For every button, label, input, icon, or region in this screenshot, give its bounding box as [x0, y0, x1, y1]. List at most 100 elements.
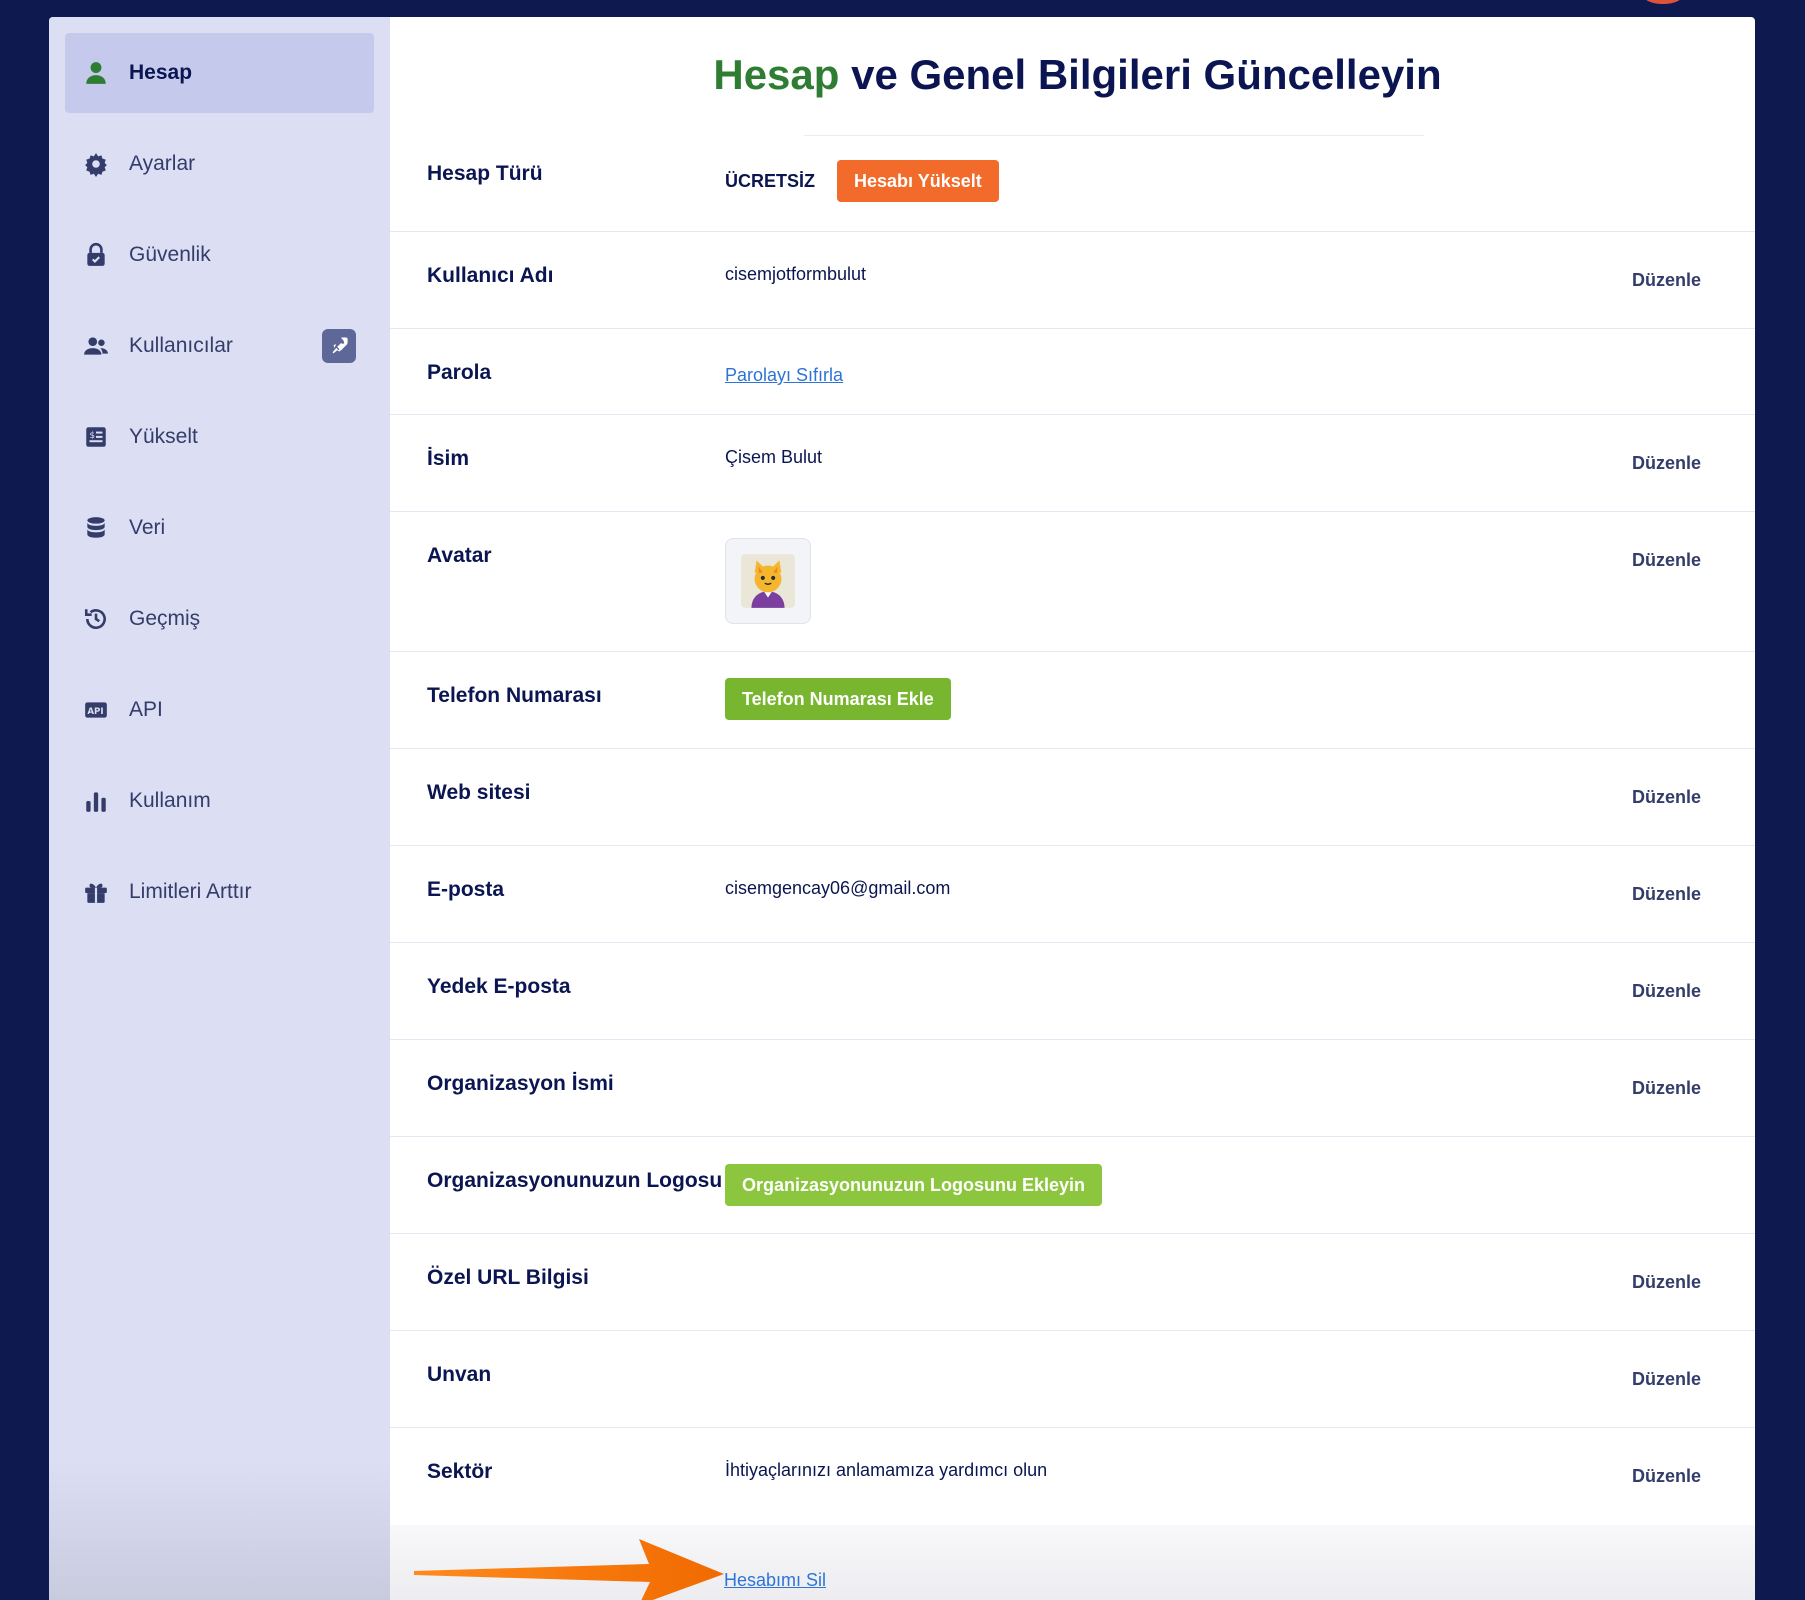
row-website: Web sitesi Düzenle — [390, 749, 1755, 846]
database-icon — [83, 515, 109, 541]
sidebar-item-hesap[interactable]: Hesap — [65, 33, 374, 113]
sidebar: Hesap Ayarlar Güvenlik Kullanıcılar $ Yü… — [49, 17, 390, 1600]
row-email: E-posta cisemgencay06@gmail.com Düzenle — [390, 846, 1755, 943]
avatar[interactable] — [725, 538, 811, 624]
row-label: Organizasyonunuzun Logosu — [427, 1169, 723, 1192]
page-title-rest: ve Genel Bilgileri Güncelleyin — [839, 51, 1442, 98]
sidebar-item-limitleri-arttir[interactable]: Limitleri Arttır — [65, 852, 374, 932]
row-label: Unvan — [427, 1363, 492, 1386]
username-value: cisemjotformbulut — [725, 264, 867, 284]
row-avatar: Avatar Düzenle — [390, 512, 1755, 652]
sidebar-item-label: API — [129, 698, 163, 721]
row-value — [725, 1040, 1755, 1136]
row-label: Telefon Numarası — [427, 684, 602, 707]
add-org-logo-button[interactable]: Organizasyonunuzun Logosunu Ekleyin — [725, 1164, 1103, 1206]
sidebar-item-gecmis[interactable]: Geçmiş — [65, 579, 374, 659]
edit-custom-url-button[interactable]: Düzenle — [1632, 1272, 1701, 1293]
row-org-name: Organizasyon İsmi Düzenle — [390, 1040, 1755, 1137]
sidebar-item-label: Geçmiş — [129, 607, 201, 630]
row-value: Parolayı Sıfırla — [725, 329, 1755, 414]
row-label: Yedek E-posta — [427, 975, 571, 998]
edit-avatar-button[interactable]: Düzenle — [1632, 550, 1701, 571]
row-value: ÜCRETSİZ Hesabı Yükselt — [725, 136, 1755, 231]
account-type-value: ÜCRETSİZ — [725, 171, 815, 191]
sidebar-item-guvenlik[interactable]: Güvenlik — [65, 215, 374, 295]
avatar-cat-icon — [741, 554, 795, 608]
page-title: Hesap ve Genel Bilgileri Güncelleyin — [400, 17, 1755, 135]
edit-backup-email-button[interactable]: Düzenle — [1632, 981, 1701, 1002]
bar-chart-icon — [83, 788, 109, 814]
row-value: Telefon Numarası Ekle — [725, 652, 1755, 748]
row-label: E-posta — [427, 878, 505, 901]
svg-text:API: API — [87, 707, 103, 717]
edit-username-button[interactable]: Düzenle — [1632, 270, 1701, 291]
row-username: Kullanıcı Adı cisemjotformbulut Düzenle — [390, 232, 1755, 329]
edit-name-button[interactable]: Düzenle — [1632, 453, 1701, 474]
account-settings-window: Hesap Ayarlar Güvenlik Kullanıcılar $ Yü… — [49, 17, 1755, 1600]
name-value: Çisem Bulut — [725, 447, 823, 467]
row-title: Unvan Düzenle — [390, 1331, 1755, 1428]
edit-org-name-button[interactable]: Düzenle — [1632, 1078, 1701, 1099]
sidebar-item-label: Yükselt — [129, 425, 198, 448]
row-label: Kullanıcı Adı — [427, 264, 554, 287]
row-label: Sektör — [427, 1460, 493, 1483]
row-value — [725, 1331, 1755, 1427]
row-sector: Sektör İhtiyaçlarınızı anlamamıza yardım… — [390, 1428, 1755, 1525]
row-value — [725, 749, 1755, 845]
lock-icon — [83, 242, 109, 268]
row-account-type: Hesap Türü ÜCRETSİZ Hesabı Yükselt — [390, 136, 1755, 232]
row-label: Özel URL Bilgisi — [427, 1266, 589, 1289]
sidebar-item-label: Kullanım — [129, 789, 211, 812]
row-label: Hesap Türü — [427, 162, 543, 185]
sidebar-item-label: Veri — [129, 516, 166, 539]
top-avatar-edge[interactable] — [1643, 0, 1683, 4]
history-icon — [83, 606, 109, 632]
row-org-logo: Organizasyonunuzun Logosu Organizasyonun… — [390, 1137, 1755, 1234]
main-content: Hesap ve Genel Bilgileri Güncelleyin Hes… — [390, 17, 1755, 1600]
row-password: Parola Parolayı Sıfırla — [390, 329, 1755, 415]
sidebar-item-label: Limitleri Arttır — [129, 880, 252, 903]
row-value — [725, 943, 1755, 1039]
page-title-accent: Hesap — [713, 51, 840, 98]
sector-value: İhtiyaçlarınızı anlamamıza yardımcı olun — [725, 1460, 1048, 1480]
sidebar-item-yukselt[interactable]: $ Yükselt — [65, 397, 374, 477]
sidebar-item-kullanicilar[interactable]: Kullanıcılar — [65, 306, 374, 386]
api-icon: API — [83, 697, 109, 723]
add-phone-button[interactable]: Telefon Numarası Ekle — [725, 678, 951, 720]
users-icon — [83, 333, 109, 359]
row-backup-email: Yedek E-posta Düzenle — [390, 943, 1755, 1040]
sidebar-item-label: Güvenlik — [129, 243, 211, 266]
sidebar-item-label: Kullanıcılar — [129, 334, 233, 357]
svg-text:$: $ — [90, 431, 96, 441]
sidebar-item-kullanim[interactable]: Kullanım — [65, 761, 374, 841]
sidebar-item-veri[interactable]: Veri — [65, 488, 374, 568]
edit-title-button[interactable]: Düzenle — [1632, 1369, 1701, 1390]
row-phone: Telefon Numarası Telefon Numarası Ekle — [390, 652, 1755, 749]
user-icon — [83, 60, 109, 86]
sidebar-item-label: Ayarlar — [129, 152, 196, 175]
row-label: İsim — [427, 447, 470, 470]
row-label: Parola — [427, 361, 492, 384]
sidebar-item-ayarlar[interactable]: Ayarlar — [65, 124, 374, 204]
email-value: cisemgencay06@gmail.com — [725, 878, 951, 898]
delete-account-link[interactable]: Hesabımı Sil — [724, 1570, 826, 1591]
edit-website-button[interactable]: Düzenle — [1632, 787, 1701, 808]
reset-password-link[interactable]: Parolayı Sıfırla — [725, 365, 843, 385]
upgrade-account-button[interactable]: Hesabı Yükselt — [837, 160, 999, 202]
gift-icon — [83, 879, 109, 905]
gear-icon — [83, 151, 109, 177]
row-value — [725, 512, 1755, 651]
annotation-arrow-icon — [414, 1539, 724, 1600]
rocket-icon[interactable] — [322, 329, 356, 363]
row-value — [725, 1234, 1755, 1330]
row-label: Avatar — [427, 544, 492, 567]
edit-email-button[interactable]: Düzenle — [1632, 884, 1701, 905]
row-label: Organizasyon İsmi — [427, 1072, 614, 1095]
sidebar-item-api[interactable]: API API — [65, 670, 374, 750]
row-value: Organizasyonunuzun Logosunu Ekleyin — [725, 1137, 1755, 1233]
sidebar-item-label: Hesap — [129, 61, 193, 84]
invoice-icon: $ — [83, 424, 109, 450]
edit-sector-button[interactable]: Düzenle — [1632, 1466, 1701, 1487]
row-name: İsim Çisem Bulut Düzenle — [390, 415, 1755, 512]
row-custom-url: Özel URL Bilgisi Düzenle — [390, 1234, 1755, 1331]
